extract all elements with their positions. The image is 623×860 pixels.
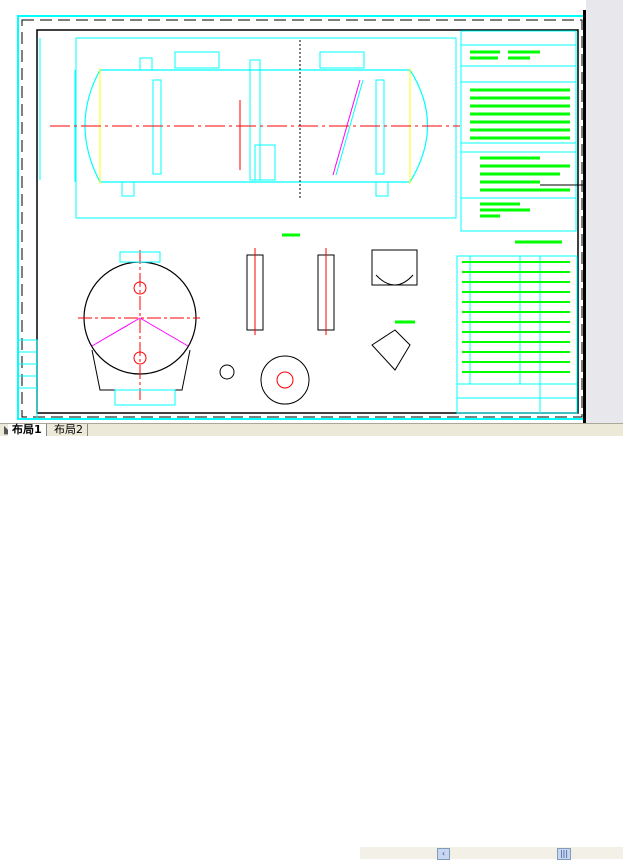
tab-layout-2[interactable]: 布局2 xyxy=(50,424,88,436)
revision-table xyxy=(17,339,38,420)
canvas-margin xyxy=(586,0,623,423)
vessel-end-view xyxy=(78,250,200,406)
drawing-canvas[interactable] xyxy=(0,0,623,423)
scroll-thumb-icon[interactable]: ||| xyxy=(557,848,571,860)
detail-views xyxy=(219,248,418,405)
drawing-border xyxy=(36,29,579,414)
layout-tab-bar: ◣ 布局1 布局2 ‹ ||| xyxy=(0,423,623,860)
horizontal-scrollbar[interactable]: ‹ ||| xyxy=(360,847,623,860)
spec-table xyxy=(460,30,577,244)
vessel-elevation xyxy=(39,37,457,219)
cad-drawing xyxy=(17,10,620,423)
chevron-left-icon[interactable]: ‹ xyxy=(437,848,450,860)
tab-layout-1[interactable]: 布局1 xyxy=(8,424,47,436)
parts-list xyxy=(456,255,578,414)
